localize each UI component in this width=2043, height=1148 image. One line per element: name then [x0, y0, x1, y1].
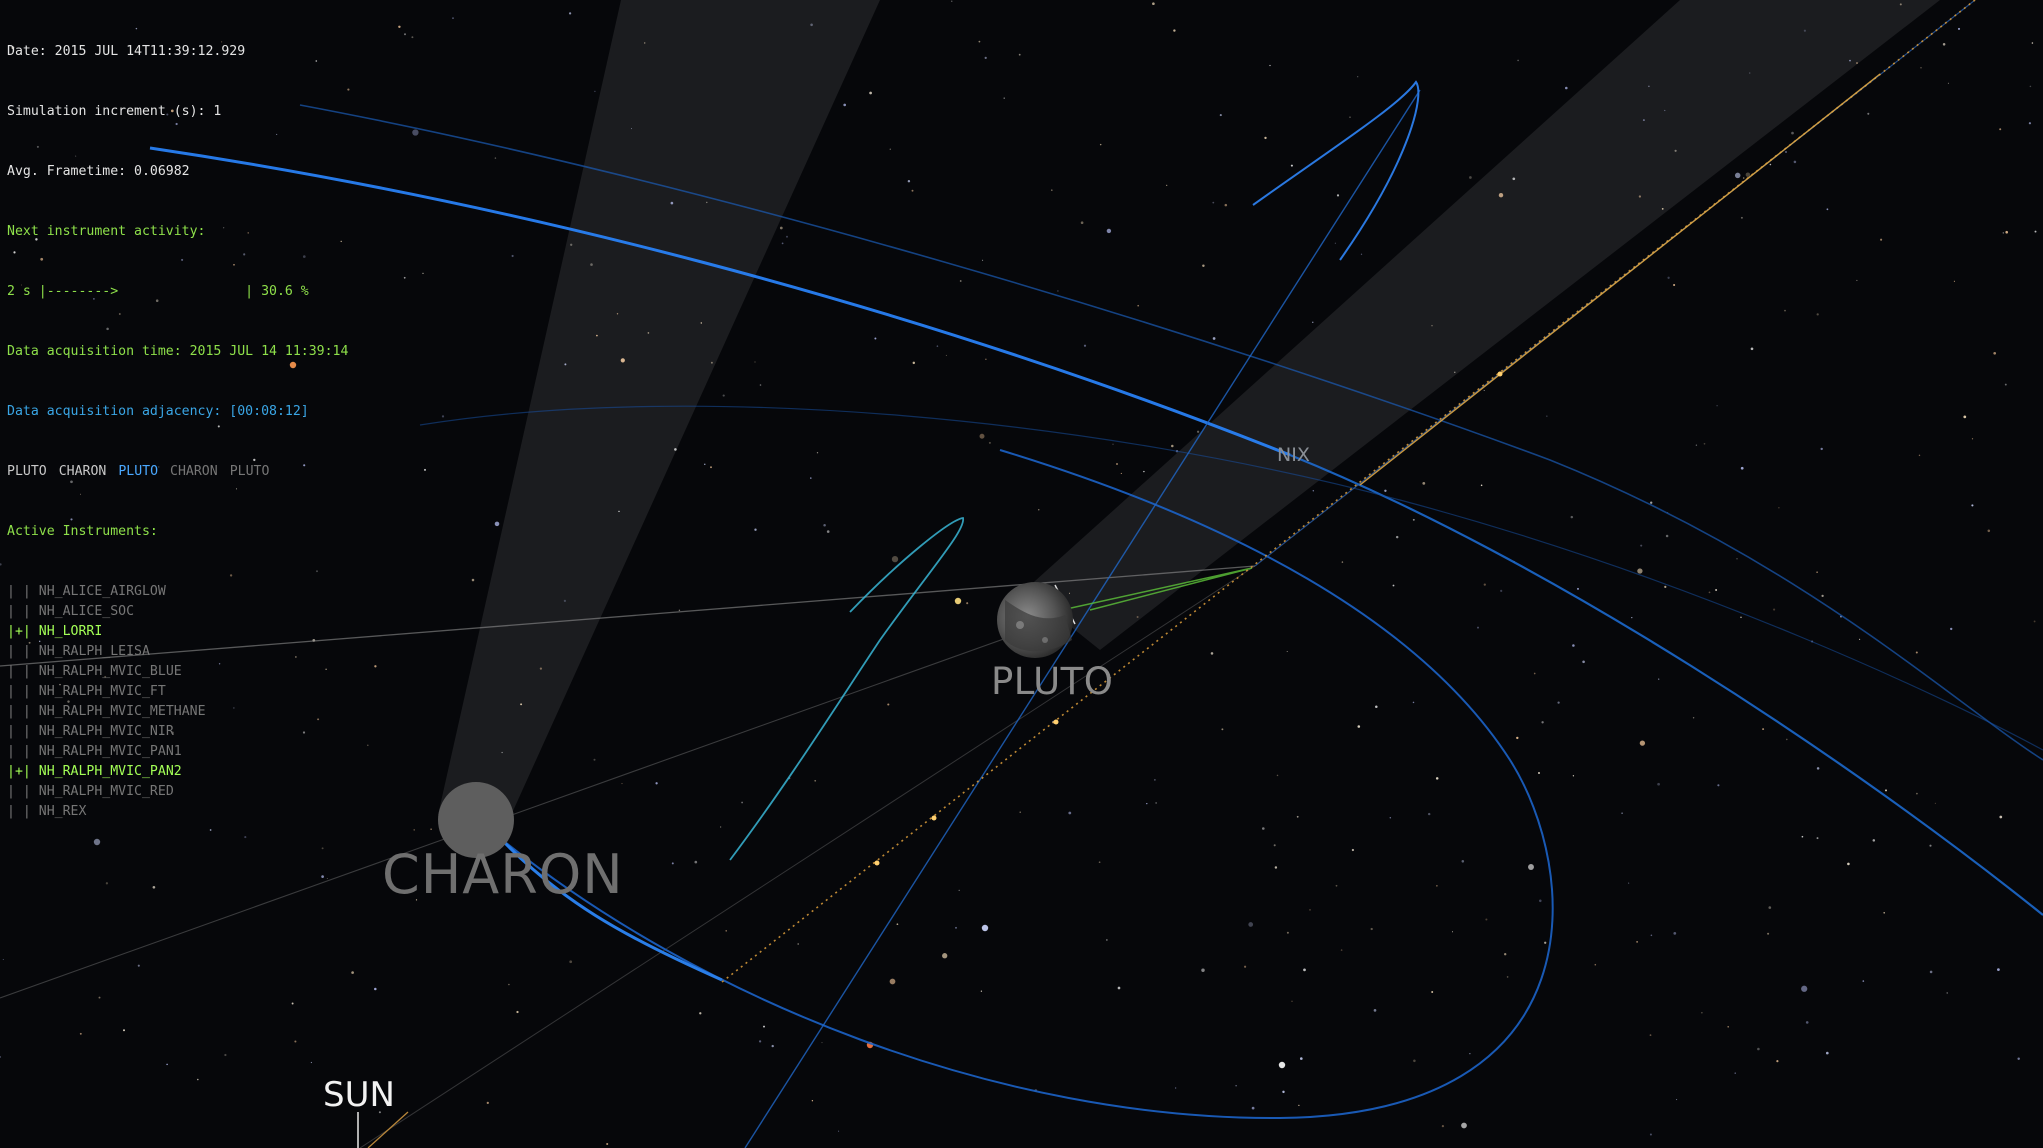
pluto-body[interactable]	[997, 582, 1073, 658]
instrument-name: NH_REX	[38, 804, 87, 819]
instrument-status-marker: | |	[7, 704, 31, 719]
instrument-row: | | NH_REX	[7, 802, 348, 822]
instrument-status-marker: | |	[7, 664, 31, 679]
instrument-status-marker: |+|	[7, 624, 31, 639]
hud-overlay: Date: 2015 JUL 14T11:39:12.929 Simulatio…	[7, 2, 348, 862]
instrument-name: NH_RALPH_MVIC_METHANE	[38, 704, 206, 719]
nix-label: NIX	[1277, 444, 1310, 466]
hud-acquisition-adjacency: Data acquisition adjacency: [00:08:12]	[7, 404, 309, 419]
upper-arc	[1252, 80, 1420, 261]
instrument-name: NH_ALICE_AIRGLOW	[38, 584, 166, 599]
instrument-row: | | NH_RALPH_MVIC_NIR	[7, 722, 348, 742]
instrument-name: NH_RALPH_MVIC_RED	[38, 784, 174, 799]
charon-fov-beam	[438, 0, 880, 822]
instrument-row: | | NH_RALPH_MVIC_BLUE	[7, 662, 348, 682]
instrument-row: |+| NH_LORRI	[7, 622, 348, 642]
instrument-name: NH_RALPH_MVIC_PAN1	[38, 744, 182, 759]
instrument-row: | | NH_RALPH_MVIC_METHANE	[7, 702, 348, 722]
instrument-status-marker: | |	[7, 724, 31, 739]
instrument-row: | | NH_RALPH_MVIC_PAN1	[7, 742, 348, 762]
instrument-name: NH_RALPH_LEISA	[38, 644, 150, 659]
sun-label: SUN	[323, 1075, 395, 1115]
styx-orbit	[744, 89, 1421, 1148]
space-viewport[interactable]: PLUTO CHARON NIX SUN Date: 2015 JUL 14T1…	[0, 0, 2043, 1148]
instrument-list: | | NH_ALICE_AIRGLOW | | NH_ALICE_SOC |+| …	[7, 582, 348, 822]
instrument-name: NH_RALPH_MVIC_FT	[38, 684, 166, 699]
instrument-status-marker: | |	[7, 604, 31, 619]
instrument-status-marker: | |	[7, 804, 31, 819]
hud-date: Date: 2015 JUL 14T11:39:12.929	[7, 44, 246, 59]
hud-next-activity-label: Next instrument activity:	[7, 224, 206, 239]
hud-sim-increment: Simulation increment (s): 1	[7, 104, 222, 119]
instrument-status-marker: | |	[7, 584, 31, 599]
instrument-status-marker: |+|	[7, 764, 31, 779]
instrument-name: NH_ALICE_SOC	[38, 604, 135, 619]
cyan-arc	[729, 516, 964, 861]
instrument-status-marker: | |	[7, 784, 31, 799]
trajectory-marker	[1497, 371, 1503, 377]
hud-frametime: Avg. Frametime: 0.06982	[7, 164, 190, 179]
instrument-name: NH_RALPH_MVIC_NIR	[38, 724, 174, 739]
hud-target-sequence: PLUTO CHARON PLUTO CHARON PLUTO	[7, 462, 348, 482]
charon-orbit	[499, 449, 1554, 1120]
instrument-row: | | NH_RALPH_LEISA	[7, 642, 348, 662]
charon-label: CHARON	[382, 843, 624, 906]
target-sequence-item: PLUTO	[229, 464, 270, 479]
target-sequence-item: PLUTO	[118, 464, 159, 479]
pluto-label: PLUTO	[991, 660, 1114, 703]
target-sequence-item: PLUTO	[7, 464, 47, 479]
instrument-status-marker: | |	[7, 644, 31, 659]
instrument-row: | | NH_ALICE_AIRGLOW	[7, 582, 348, 602]
hud-acquisition-time: Data acquisition time: 2015 JUL 14 11:39…	[7, 344, 349, 359]
sun-direction	[367, 1111, 409, 1148]
instrument-name: NH_RALPH_MVIC_PAN2	[38, 764, 182, 779]
instrument-name: NH_LORRI	[38, 624, 103, 639]
trajectory-marker	[931, 815, 937, 821]
trajectory-marker	[874, 860, 880, 866]
trajectory-marker	[1053, 719, 1059, 725]
instrument-row: | | NH_RALPH_MVIC_FT	[7, 682, 348, 702]
hud-next-activity-progress: 2 s |--------> | 30.6 %	[7, 284, 309, 299]
hud-active-instruments-label: Active Instruments:	[7, 524, 158, 539]
instrument-status-marker: | |	[7, 684, 31, 699]
lorri-fov-beam	[1025, 0, 1940, 650]
instrument-row: |+| NH_RALPH_MVIC_PAN2	[7, 762, 348, 782]
instrument-row: | | NH_RALPH_MVIC_RED	[7, 782, 348, 802]
instrument-row: | | NH_ALICE_SOC	[7, 602, 348, 622]
instrument-status-marker: | |	[7, 744, 31, 759]
instrument-name: NH_RALPH_MVIC_BLUE	[38, 664, 182, 679]
target-sequence-item: CHARON	[170, 464, 218, 479]
target-sequence-item: CHARON	[58, 464, 107, 479]
nix-orbit-continued	[1289, 453, 2043, 916]
